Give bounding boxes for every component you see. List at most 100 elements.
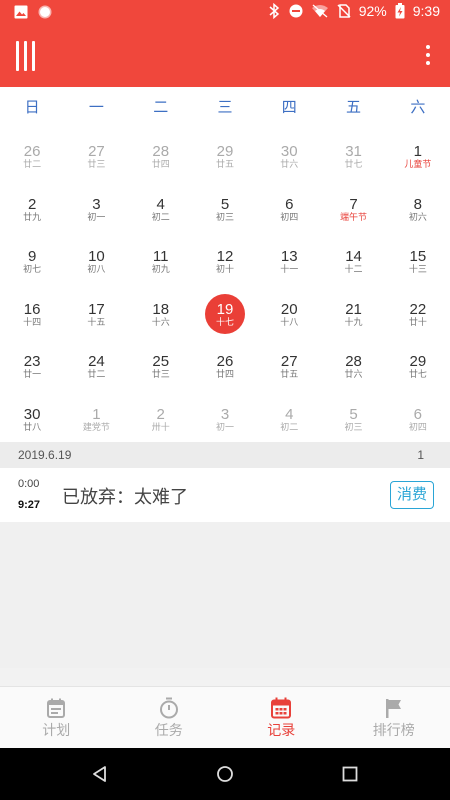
calendar-day-selected[interactable]: 19 十七 <box>193 285 257 338</box>
lunar-date: 廿四 <box>151 160 170 170</box>
calendar-day[interactable]: 28 廿四 <box>129 127 193 180</box>
calendar-day[interactable]: 5 初三 <box>321 390 385 443</box>
lunar-date: 廿七 <box>408 370 427 380</box>
tab-label: 记录 <box>267 723 296 739</box>
calendar-week-row: 26 廿二 27 廿三 28 廿四 29 廿五 30 廿六 31 廿七 1 儿童节 <box>0 127 450 180</box>
day-number: 25 <box>152 353 170 370</box>
calendar-day[interactable]: 27 廿五 <box>257 337 321 390</box>
calendar-day[interactable]: 26 廿二 <box>0 127 64 180</box>
calendar-day[interactable]: 13 十一 <box>257 232 321 285</box>
calendar-week-row: 9 初七 10 初八 11 初九 12 初十 13 十一 14 十二 15 十三 <box>0 232 450 285</box>
lunar-date: 十四 <box>23 317 42 328</box>
calendar-day[interactable]: 30 廿八 <box>0 390 64 443</box>
calendar-day[interactable]: 12 初十 <box>193 232 257 285</box>
calendar-day[interactable]: 2 卅十 <box>129 390 193 443</box>
day-number: 19 <box>216 300 234 318</box>
calendar-day[interactable]: 14 十二 <box>321 232 385 285</box>
day-number: 1 <box>413 143 422 160</box>
weekday-label: 二 <box>153 98 169 116</box>
records-count: 1 <box>417 448 424 462</box>
calendar-day[interactable]: 11 初九 <box>129 232 193 285</box>
tab-leaderboard[interactable]: 排行榜 <box>338 687 450 748</box>
calendar-day[interactable]: 3 初一 <box>64 180 128 233</box>
calendar-day[interactable]: 16 十四 <box>0 285 64 338</box>
more-vertical-icon[interactable] <box>424 45 432 69</box>
lunar-date: 廿八 <box>23 422 42 433</box>
calendar-day[interactable]: 22 廿十 <box>386 285 450 338</box>
lunar-date: 十三 <box>408 265 427 275</box>
weekday-label: 六 <box>410 98 426 116</box>
lunar-date: 廿五 <box>215 160 234 170</box>
calendar-day[interactable]: 26 廿四 <box>193 337 257 390</box>
day-number: 5 <box>220 195 230 213</box>
lunar-date: 十九 <box>344 317 363 328</box>
menu-bars-icon[interactable] <box>16 41 38 71</box>
calendar-day[interactable]: 25 廿三 <box>129 337 193 390</box>
calendar-day[interactable]: 10 初八 <box>64 232 128 285</box>
calendar-day[interactable]: 20 十八 <box>257 285 321 338</box>
wifi-icon <box>311 4 328 18</box>
no-sim-icon <box>337 4 351 18</box>
calendar-day[interactable]: 24 廿二 <box>64 337 128 390</box>
calendar-day[interactable]: 29 廿五 <box>193 127 257 180</box>
lunar-date: 廿六 <box>280 160 299 170</box>
recents-icon[interactable] <box>341 765 359 783</box>
image-icon <box>14 5 28 19</box>
battery-percent: 92% <box>358 3 387 19</box>
calendar-day[interactable]: 7 端午节 <box>321 180 385 233</box>
back-icon[interactable] <box>91 765 109 783</box>
lunar-date: 初三 <box>344 422 363 433</box>
lunar-date: 初四 <box>280 212 299 223</box>
calendar-day[interactable]: 15 十三 <box>386 232 450 285</box>
tab-records[interactable]: 记录 <box>225 687 338 748</box>
holiday-label: 端午节 <box>340 212 368 223</box>
calendar-day[interactable]: 28 廿六 <box>321 337 385 390</box>
calendar-day[interactable]: 18 十六 <box>129 285 193 338</box>
calendar-day[interactable]: 30 廿六 <box>257 127 321 180</box>
records-date: 2019.6.19 <box>18 448 72 462</box>
day-number: 3 <box>92 195 101 213</box>
lunar-date: 卅十 <box>151 422 170 433</box>
day-number: 26 <box>23 143 41 160</box>
lunar-date: 初四 <box>408 422 427 433</box>
tab-tasks[interactable]: 任务 <box>113 687 226 748</box>
calendar-day[interactable]: 6 初四 <box>386 390 450 443</box>
calendar-day[interactable]: 1 儿童节 <box>386 127 450 180</box>
calendar-day[interactable]: 9 初七 <box>0 232 64 285</box>
weekday-label: 日 <box>24 98 40 116</box>
day-number: 2 <box>156 405 165 423</box>
day-number: 10 <box>88 248 105 265</box>
calendar-day[interactable]: 4 初二 <box>129 180 193 233</box>
tab-plan[interactable]: 计划 <box>0 687 113 748</box>
calendar-icon <box>47 698 66 718</box>
calendar-day[interactable]: 6 初四 <box>257 180 321 233</box>
day-number: 31 <box>345 143 362 160</box>
record-icon <box>38 5 52 19</box>
calendar-day[interactable]: 4 初二 <box>257 390 321 443</box>
lunar-date: 初一 <box>215 422 234 433</box>
calendar-day[interactable]: 29 廿七 <box>386 337 450 390</box>
record-category-tag[interactable]: 消费 <box>389 481 434 509</box>
calendar-day[interactable]: 23 廿一 <box>0 337 64 390</box>
calendar-day[interactable]: 27 廿三 <box>64 127 128 180</box>
lunar-date: 十八 <box>280 317 299 328</box>
calendar-day[interactable]: 21 十九 <box>321 285 385 338</box>
day-number: 26 <box>216 353 234 370</box>
day-number: 22 <box>409 300 427 318</box>
calendar-day[interactable]: 17 十五 <box>64 285 128 338</box>
day-number: 30 <box>280 143 298 160</box>
calendar-day[interactable]: 8 初六 <box>386 180 450 233</box>
home-icon[interactable] <box>216 765 234 783</box>
day-number: 2 <box>27 195 37 213</box>
calendar-day[interactable]: 1 建党节 <box>64 390 128 443</box>
lunar-date: 廿三 <box>151 370 170 380</box>
lunar-date: 初九 <box>151 265 170 275</box>
calendar-day[interactable]: 3 初一 <box>193 390 257 443</box>
calendar-day[interactable]: 31 廿七 <box>321 127 385 180</box>
day-number: 21 <box>345 300 362 318</box>
bluetooth-icon <box>269 3 279 19</box>
day-number: 24 <box>88 353 105 370</box>
calendar-day[interactable]: 5 初三 <box>193 180 257 233</box>
calendar-day[interactable]: 2 廿九 <box>0 180 64 233</box>
record-item[interactable]: 0:00 9:27 已放弃：太难了 消费 <box>0 468 450 522</box>
